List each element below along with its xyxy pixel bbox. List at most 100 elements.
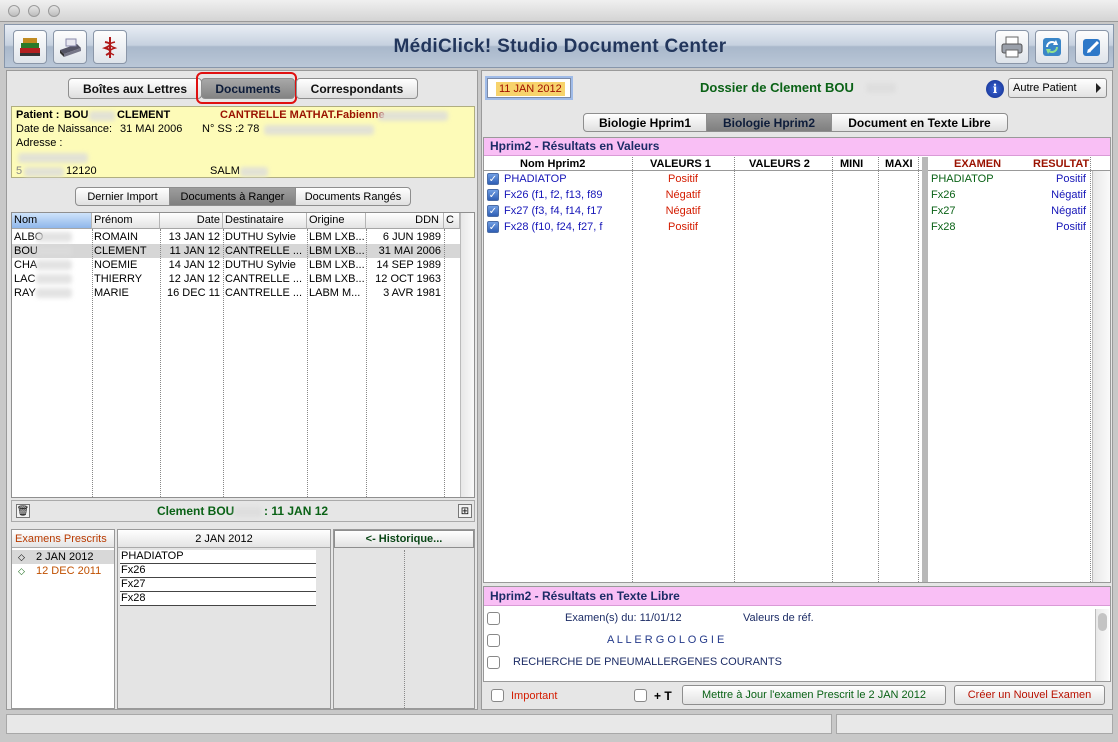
exam-item-date[interactable]: 12 DEC 2011 xyxy=(36,565,101,577)
sync-icon[interactable] xyxy=(1035,30,1069,64)
redacted-block xyxy=(36,288,72,298)
printer-icon[interactable] xyxy=(995,30,1029,64)
column-divider xyxy=(632,157,633,582)
other-patient-button[interactable]: Autre Patient xyxy=(1008,78,1107,98)
table-cell-prenom: NOEMIE xyxy=(94,259,138,271)
checked-checkbox[interactable]: ✓ xyxy=(487,173,499,185)
important-label: Important xyxy=(511,690,558,702)
exam-detail-item[interactable]: Fx27 xyxy=(120,578,316,592)
tab-document-texte-libre[interactable]: Document en Texte Libre xyxy=(831,113,1008,132)
value-name: Fx26 (f1, f2, f13, f89 xyxy=(504,189,603,201)
checked-checkbox[interactable]: ✓ xyxy=(487,221,499,233)
redacted-block xyxy=(36,232,72,242)
table-row[interactable]: RAY MARIE 16 DEC 11 CANTRELLE ... LABM M... 3… xyxy=(12,286,460,300)
exam-item-marker: ◇ xyxy=(18,566,25,576)
table-cell-orig: LBM LXB... xyxy=(309,259,365,271)
text-scrollbar[interactable] xyxy=(1095,609,1109,681)
ss-value: 2 78 xyxy=(238,123,260,135)
redacted-block xyxy=(89,111,115,121)
column-divider xyxy=(404,550,405,708)
subtab-documents-ranges[interactable]: Documents Rangés xyxy=(295,187,411,206)
column-header-date[interactable]: Date xyxy=(160,213,223,229)
redacted-block xyxy=(36,274,72,284)
edit-icon[interactable] xyxy=(1075,30,1109,64)
table-cell-prenom: MARIE xyxy=(94,287,129,299)
table-cell-date: 11 JAN 12 xyxy=(169,245,220,257)
zoom-window-button[interactable] xyxy=(48,5,60,17)
exam-item-date[interactable]: 2 JAN 2012 xyxy=(36,551,93,563)
redacted-block xyxy=(264,125,374,135)
line-checkbox[interactable] xyxy=(487,612,500,625)
tab-documents[interactable]: Documents xyxy=(201,78,295,99)
col-valeurs-2: VALEURS 2 xyxy=(749,158,810,170)
column-header-destinataire[interactable]: Destinataire xyxy=(223,213,307,229)
exam-name: Fx26 xyxy=(931,189,956,201)
column-divider xyxy=(1090,157,1091,582)
exam-detail-item[interactable]: Fx28 xyxy=(120,592,316,606)
text-section-title: Hprim2 - Résultats en Texte Libre xyxy=(484,587,1110,606)
update-exam-button[interactable]: Mettre à Jour l'examen Prescrit le 2 JAN… xyxy=(682,685,946,705)
subtab-documents-a-ranger[interactable]: Documents à Ranger xyxy=(169,187,296,206)
trash-icon[interactable]: 🗑 xyxy=(16,504,30,518)
info-icon[interactable]: i xyxy=(986,80,1004,98)
table-row[interactable]: ALBO ROMAIN 13 JAN 12 DUTHU Sylvie LBM LXB..… xyxy=(12,230,460,244)
important-checkbox[interactable] xyxy=(491,689,504,702)
table-row[interactable]: CHA NOEMIE 14 JAN 12 DUTHU Sylvie LBM LXB...… xyxy=(12,258,460,272)
exam-detail-item[interactable]: Fx26 xyxy=(120,564,316,578)
table-cell-ddn: 3 AVR 1981 xyxy=(383,287,441,299)
table-row[interactable]: LAC THIERRY 12 JAN 12 CANTRELLE ... LBM LXB.… xyxy=(12,272,460,286)
value-name: PHADIATOP xyxy=(504,173,567,185)
table-cell-prenom: ROMAIN xyxy=(94,231,138,243)
address-line-prefix: 5 xyxy=(16,165,23,177)
line-checkbox[interactable] xyxy=(487,656,500,669)
exam-result: Négatif xyxy=(1051,189,1086,201)
history-button[interactable]: <- Historique... xyxy=(334,530,474,548)
table-cell-ddn: 12 OCT 1963 xyxy=(375,273,441,285)
history-panel: <- Historique... xyxy=(333,529,475,709)
redacted-block xyxy=(18,153,88,163)
column-header-ddn[interactable]: DDN xyxy=(366,213,444,229)
tab-biologie-hprim1[interactable]: Biologie Hprim1 xyxy=(583,113,707,132)
table-cell-orig: LBM LXB... xyxy=(309,273,365,285)
column-header-c[interactable]: C xyxy=(444,213,460,229)
close-window-button[interactable] xyxy=(8,5,20,17)
dob-value: 31 MAI 2006 xyxy=(120,123,183,135)
column-divider xyxy=(832,157,833,582)
status-bar xyxy=(6,714,832,734)
plus-t-checkbox[interactable] xyxy=(634,689,647,702)
tab-biologie-hprim2[interactable]: Biologie Hprim2 xyxy=(706,113,832,132)
exam-detail-item[interactable]: PHADIATOP xyxy=(120,550,316,564)
minimize-window-button[interactable] xyxy=(28,5,40,17)
expand-icon[interactable]: ⊞ xyxy=(458,504,472,518)
table-cell-dest: CANTRELLE ... xyxy=(225,245,303,257)
vertical-scrollbar[interactable] xyxy=(460,213,474,497)
checked-checkbox[interactable]: ✓ xyxy=(487,189,499,201)
table-cell-orig: LABM M... xyxy=(309,287,361,299)
pane-splitter[interactable] xyxy=(922,157,928,582)
subtab-dernier-import[interactable]: Dernier Import xyxy=(75,187,170,206)
other-patient-label: Autre Patient xyxy=(1013,82,1077,94)
patient-doctor: CANTRELLE MATHAT.Fabienne xyxy=(220,109,385,121)
scroll-thumb[interactable] xyxy=(1098,613,1107,631)
column-header-prenom[interactable]: Prénom xyxy=(92,213,160,229)
toolbar: MédiClick! Studio Document Center xyxy=(4,24,1114,68)
values-results-panel: Hprim2 - Résultats en Valeurs Nom Hprim2… xyxy=(483,137,1111,583)
table-cell-dest: DUTHU Sylvie xyxy=(225,231,296,243)
tab-boites-aux-lettres[interactable]: Boîtes aux Lettres xyxy=(68,78,202,99)
column-header-origine[interactable]: Origine xyxy=(307,213,366,229)
line-checkbox[interactable] xyxy=(487,634,500,647)
exams-prescribed-list: Examens Prescrits ◇ 2 JAN 2012 ◇ 12 DEC 201… xyxy=(11,529,115,709)
col-nom-hprim2: Nom Hprim2 xyxy=(520,158,586,170)
table-row[interactable]: BOU CLEMENT 11 JAN 12 CANTRELLE ... LBM LXB.… xyxy=(12,244,460,258)
new-exam-button[interactable]: Créer un Nouvel Examen xyxy=(954,685,1105,705)
column-header-nom[interactable]: Nom xyxy=(12,213,92,229)
results-scrollbar[interactable] xyxy=(1092,171,1110,582)
date-field[interactable]: 11 JAN 2012 xyxy=(487,78,571,98)
tab-correspondants[interactable]: Correspondants xyxy=(296,78,418,99)
text-line: A L L E R G O L O G I E xyxy=(607,634,725,646)
values-header-row: Nom Hprim2 VALEURS 1 VALEURS 2 MINI MAXI… xyxy=(484,157,1110,171)
redacted-block xyxy=(24,167,64,177)
table-cell-prenom: CLEMENT xyxy=(94,245,147,257)
checked-checkbox[interactable]: ✓ xyxy=(487,205,499,217)
column-divider xyxy=(918,157,919,582)
